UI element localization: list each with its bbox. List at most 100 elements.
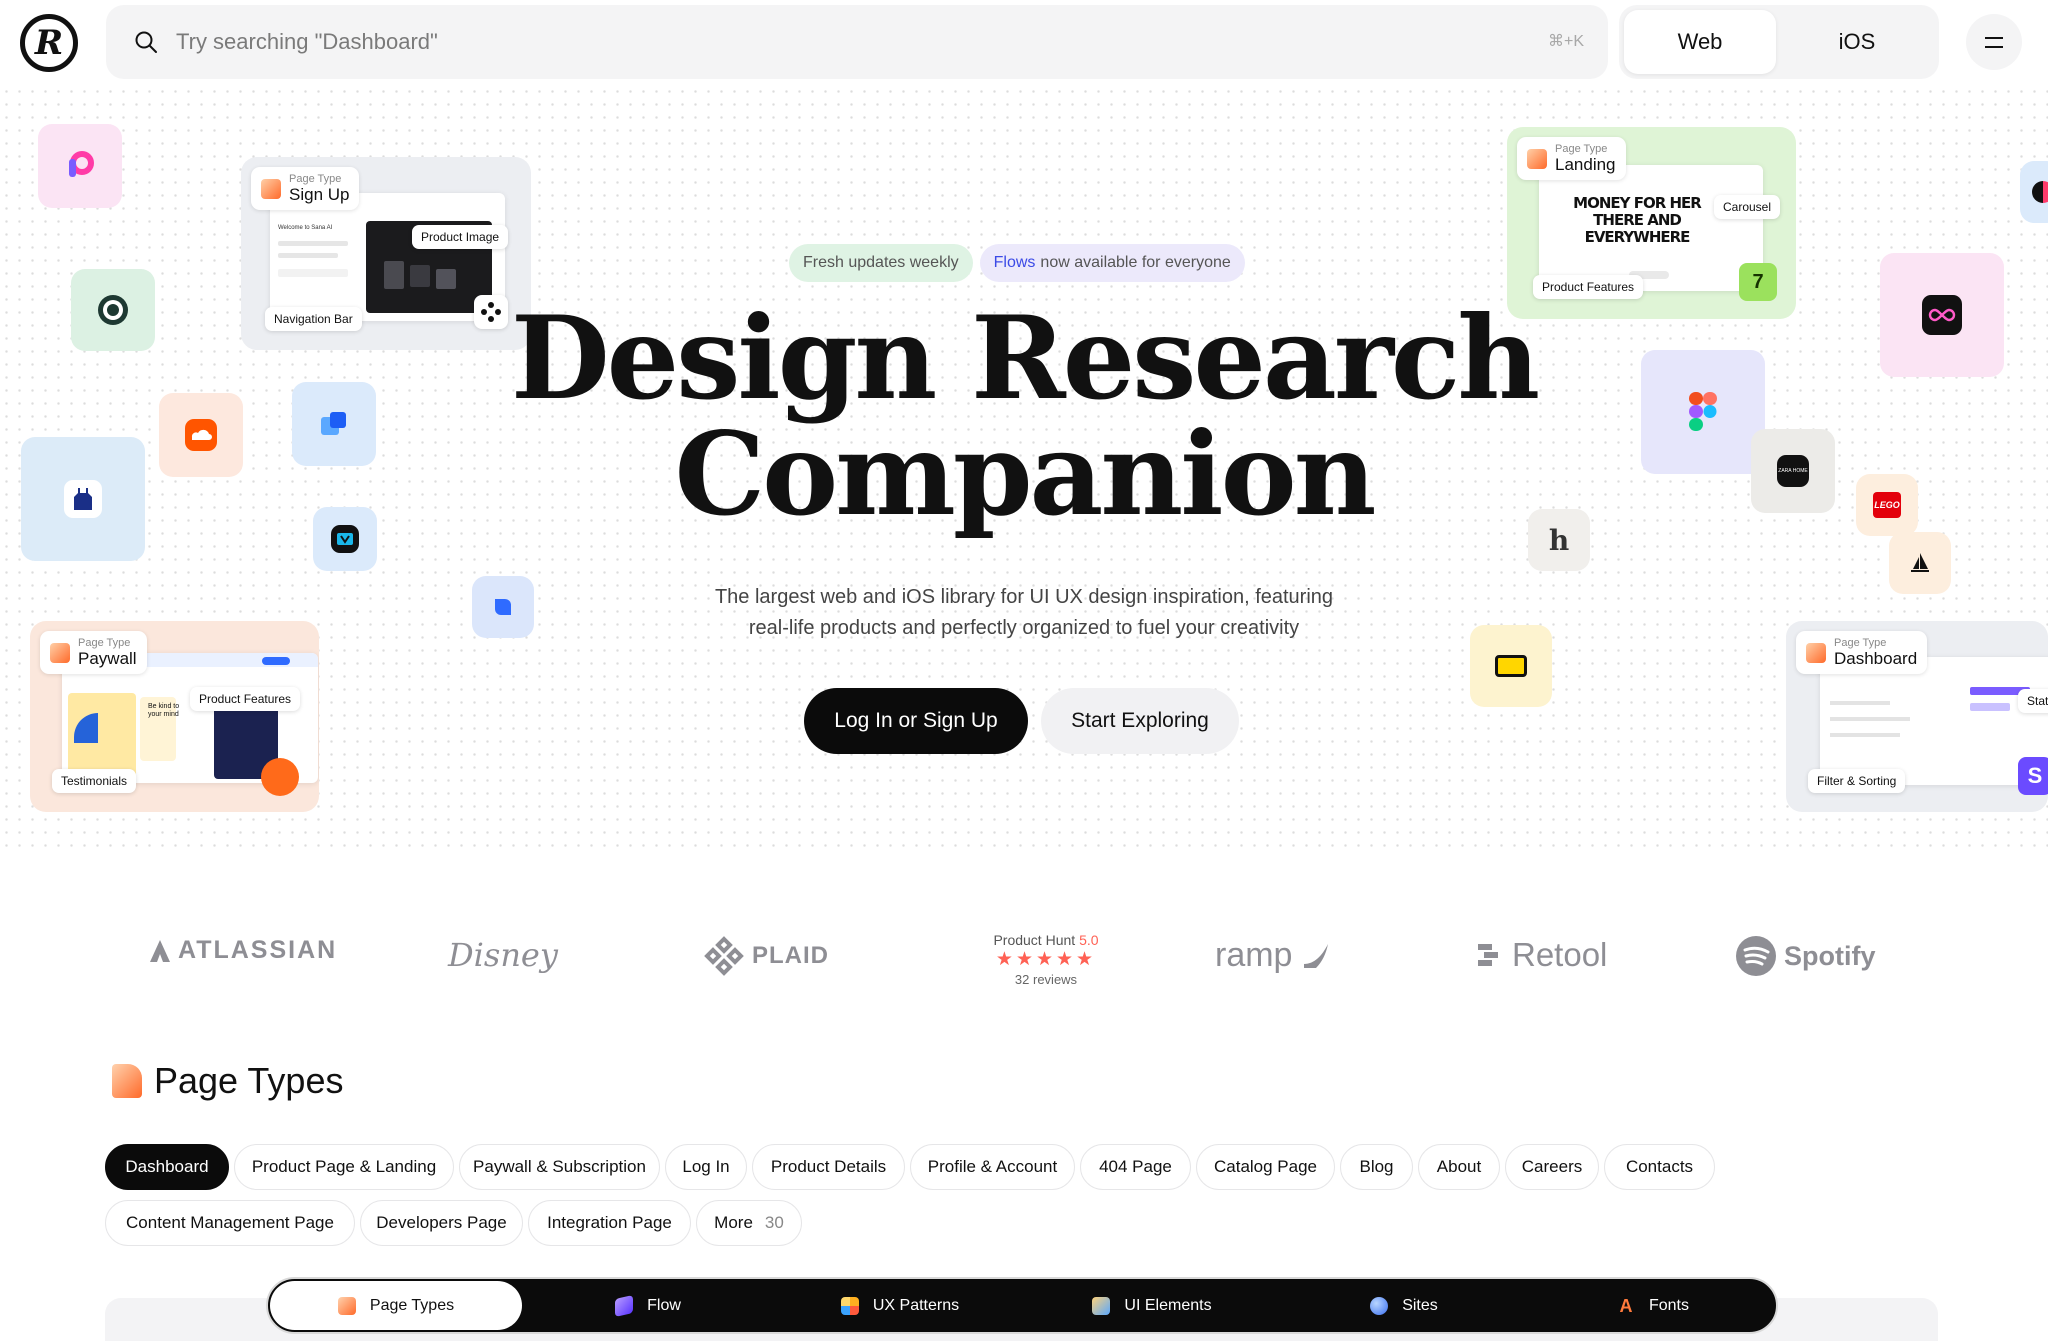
retool-icon (1478, 944, 1498, 966)
lego-icon: LEGO (1873, 492, 1901, 518)
chip-paywall-subscription[interactable]: Paywall & Subscription (459, 1144, 660, 1190)
app-tile-chat (472, 576, 534, 638)
label-carousel: Carousel (1714, 195, 1781, 219)
ikea-icon (1495, 655, 1527, 677)
card-paywall[interactable]: Be kind to your mind Page Type Paywall P… (30, 621, 319, 812)
brand-name: PLAID (752, 942, 829, 969)
flows-available-pill[interactable]: Flows now available for everyone (979, 244, 1245, 282)
pie-icon (2032, 181, 2048, 203)
badge-title: Landing (1555, 155, 1616, 174)
chip-more-label: More (714, 1213, 753, 1232)
fonts-icon: A (1619, 1295, 1633, 1316)
nav-page-types[interactable]: Page Types (270, 1281, 522, 1330)
chip-careers[interactable]: Careers (1505, 1144, 1599, 1190)
page-type-icon (1806, 643, 1826, 663)
chip-integration-page[interactable]: Integration Page (528, 1200, 691, 1246)
start-exploring-button[interactable]: Start Exploring (1041, 688, 1239, 754)
platform-web-tab[interactable]: Web (1624, 10, 1776, 74)
wise-icon: 7 (1739, 263, 1777, 301)
page-types-heading: Page Types (112, 1060, 343, 1102)
nav-label: UI Elements (1124, 1296, 1212, 1314)
search-input[interactable] (176, 19, 1476, 65)
app-tile-lego: LEGO (1856, 474, 1918, 536)
product-hunt-score: 5.0 (1079, 932, 1099, 948)
chip-contacts[interactable]: Contacts (1604, 1144, 1715, 1190)
brand-name: ATLASSIAN (178, 936, 338, 964)
nav-flow[interactable]: Flow (522, 1281, 774, 1330)
vimeo-icon (331, 525, 359, 553)
chip-product-page-landing[interactable]: Product Page & Landing (234, 1144, 454, 1190)
badge-title: Paywall (78, 649, 137, 668)
nav-label: UX Patterns (872, 1296, 960, 1314)
mock-thumb (410, 265, 430, 287)
mock-thumb (436, 269, 456, 289)
product-hunt-name: Product Hunt (993, 932, 1076, 948)
chip-blog[interactable]: Blog (1340, 1144, 1413, 1190)
section-title: Page Types (154, 1060, 344, 1101)
chip-developers-page[interactable]: Developers Page (360, 1200, 523, 1246)
badge-kicker: Page Type (1834, 637, 1887, 649)
badge-title: Sign Up (289, 185, 350, 204)
flows-link[interactable]: Flows (994, 254, 1036, 272)
chip-profile-account[interactable]: Profile & Account (910, 1144, 1075, 1190)
headline-line: MONEY FOR HER (1573, 194, 1702, 212)
label-filter-sorting: Filter & Sorting (1808, 769, 1906, 793)
card-dashboard[interactable]: Page Type Dashboard Stats Filter & Sorti… (1786, 621, 2048, 812)
brand-retool: Retool (1478, 936, 1607, 974)
mock-shape (74, 713, 98, 743)
overlap-squares-icon (321, 412, 346, 435)
refero-logo[interactable]: R (20, 14, 78, 72)
product-hunt-label: Product Hunt 5.0 (966, 932, 1126, 948)
page: R ⌘+K Web iOS (0, 0, 2048, 1341)
label-testimonials: Testimonials (52, 769, 137, 793)
nav-label: Fonts (1648, 1296, 1689, 1314)
chip-log-in[interactable]: Log In (665, 1144, 747, 1190)
hero-subtitle: The largest web and iOS library for UI U… (624, 582, 1424, 644)
chip-product-details[interactable]: Product Details (752, 1144, 905, 1190)
app-tile-zara: ZARA HOME (1751, 429, 1835, 513)
brand-spotify: Spotify (1736, 936, 1876, 976)
app-tile-starbucks (71, 269, 155, 351)
search-icon (135, 31, 157, 53)
chip-content-management-page[interactable]: Content Management Page (105, 1200, 355, 1246)
plaid-icon (704, 936, 744, 976)
ramp-icon (1304, 943, 1329, 968)
star-rating-icon: ★★★★★ (995, 949, 1097, 970)
app-tile-picsart (38, 124, 122, 208)
chip-more-count: 30 (764, 1213, 784, 1232)
starbucks-icon (98, 295, 128, 325)
fresh-updates-pill[interactable]: Fresh updates weekly (789, 244, 973, 282)
landing-page-type-badge: Page Type Landing (1517, 137, 1626, 180)
chip-dashboard[interactable]: Dashboard (105, 1144, 229, 1190)
nav-ui-elements[interactable]: UI Elements (1026, 1281, 1278, 1330)
platform-ios-tab[interactable]: iOS (1781, 10, 1933, 74)
chip-catalog-page[interactable]: Catalog Page (1196, 1144, 1335, 1190)
menu-button[interactable] (1966, 14, 2022, 70)
figma-icon (1689, 392, 1717, 431)
product-hunt-rating: Product Hunt 5.0 ★★★★★ 32 reviews (966, 932, 1126, 987)
brand-name: Disney (448, 936, 558, 974)
dashboard-mockup (1820, 657, 2048, 785)
brand-disney: Disney (448, 936, 558, 974)
chat-bubble-icon (495, 599, 511, 615)
badge-title: Dashboard (1834, 649, 1918, 668)
soundcloud-icon (185, 419, 217, 451)
card-landing[interactable]: MONEY FOR HER THERE AND EVERYWHERE Page … (1507, 127, 1796, 319)
nav-sites[interactable]: Sites (1278, 1281, 1530, 1330)
chip-about[interactable]: About (1418, 1144, 1500, 1190)
app-tile-ikea (1470, 625, 1552, 707)
headline-line: THERE AND (1593, 211, 1682, 229)
signup-page-type-badge: Page Type Sign Up (251, 167, 360, 210)
search-bar[interactable]: ⌘+K (106, 5, 1608, 79)
nav-ux-patterns[interactable]: UX Patterns (774, 1281, 1026, 1330)
nav-fonts[interactable]: A Fonts (1530, 1281, 1776, 1330)
app-tile-sail (1889, 532, 1951, 594)
app-tile-overlap (292, 382, 376, 466)
login-signup-button[interactable]: Log In or Sign Up (804, 688, 1028, 754)
top-bar: R ⌘+K Web iOS (0, 0, 2048, 85)
mock-line (1830, 733, 1900, 737)
page-type-icon (261, 179, 281, 199)
chip-more[interactable]: More 30 (696, 1200, 802, 1246)
planet-icon (1370, 1296, 1389, 1315)
chip-404-page[interactable]: 404 Page (1080, 1144, 1191, 1190)
